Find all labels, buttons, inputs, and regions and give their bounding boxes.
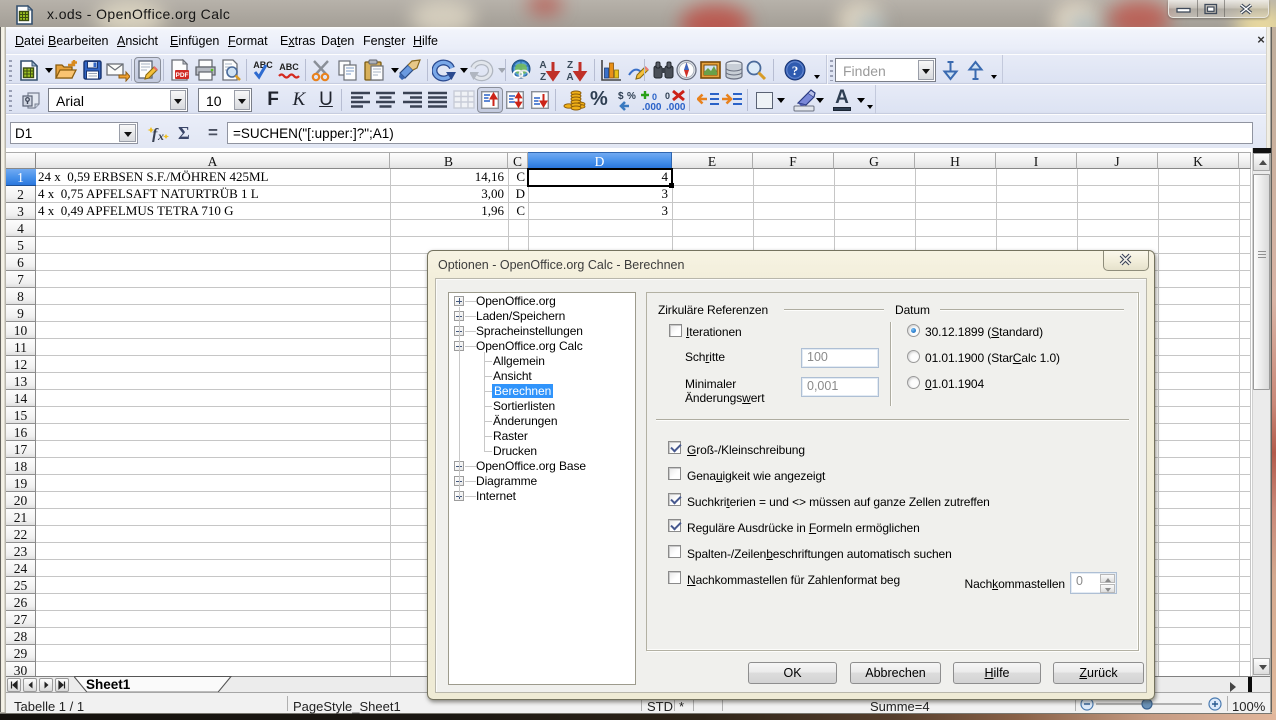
svg-text:ABC: ABC: [279, 62, 299, 72]
svg-text:Sheet1: Sheet1: [86, 677, 131, 692]
svg-text:A: A: [539, 60, 546, 71]
svg-text:?: ?: [792, 63, 799, 78]
svg-text:PDF: PDF: [176, 72, 189, 79]
svg-text:$: $: [618, 91, 624, 102]
svg-text:%: %: [627, 91, 636, 102]
svg-text:Z: Z: [540, 72, 546, 82]
svg-text:x: x: [157, 129, 164, 142]
svg-text:Z: Z: [567, 60, 573, 71]
svg-text:0: 0: [665, 91, 670, 101]
svg-text:0: 0: [652, 92, 657, 102]
svg-text:.000: .000: [642, 102, 662, 113]
svg-text:.000: .000: [666, 102, 686, 113]
svg-text:A: A: [566, 72, 573, 82]
